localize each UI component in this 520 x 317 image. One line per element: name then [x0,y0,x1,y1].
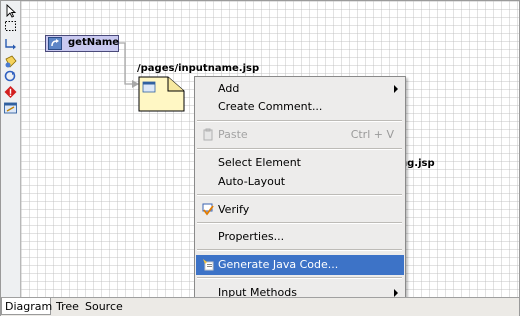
menu-item-auto-layout-label: Auto-Layout [218,175,286,188]
menu-item-add-label: Add [218,82,240,95]
context-menu: Add Create Comment... Paste Ctrl + V Sel… [194,76,406,306]
menu-item-verify-label: Verify [218,203,250,216]
action-icon [48,37,62,50]
menu-separator [197,120,402,122]
menu-item-paste[interactable]: Paste Ctrl + V [196,125,404,145]
editor-frame: getName /pages/inputname.jsp ng.jsp Add … [0,0,520,316]
action-node-getname[interactable]: getName [45,35,119,52]
menu-item-properties-label: Properties... [218,230,285,243]
menu-separator [197,249,402,251]
menu-item-paste-label: Paste [218,128,248,141]
menu-item-auto-layout[interactable]: Auto-Layout [196,172,404,192]
verify-icon [202,203,214,216]
menu-separator [197,277,402,279]
menu-item-create-comment-label: Create Comment... [218,100,323,113]
menu-item-properties[interactable]: Properties... [196,227,404,247]
menu-separator [197,222,402,224]
menu-separator [197,194,402,196]
tab-source[interactable]: Source [82,298,123,315]
page-node-label: /pages/inputname.jsp [137,63,260,74]
submenu-arrow-icon [394,289,398,297]
tab-tree[interactable]: Tree [53,298,81,315]
menu-separator [197,148,402,150]
menu-item-generate-java-code[interactable]: Generate Java Code... [196,255,404,275]
menu-item-create-comment[interactable]: Create Comment... [196,97,404,117]
editor-tabs: Diagram Tree Source [1,297,519,316]
menu-item-generate-java-code-label: Generate Java Code... [218,258,339,271]
menu-item-select-element-label: Select Element [218,156,301,169]
menu-item-select-element[interactable]: Select Element [196,153,404,173]
paste-icon [203,128,213,141]
menu-item-add[interactable]: Add [196,79,404,99]
menu-item-verify[interactable]: Verify [196,200,404,220]
tab-diagram[interactable]: Diagram [1,298,52,315]
page-node-inputname[interactable] [138,76,186,113]
submenu-arrow-icon [394,85,398,93]
paste-shortcut-label: Ctrl + V [350,128,394,141]
action-label: getName [68,37,120,48]
generate-code-icon [203,259,214,271]
